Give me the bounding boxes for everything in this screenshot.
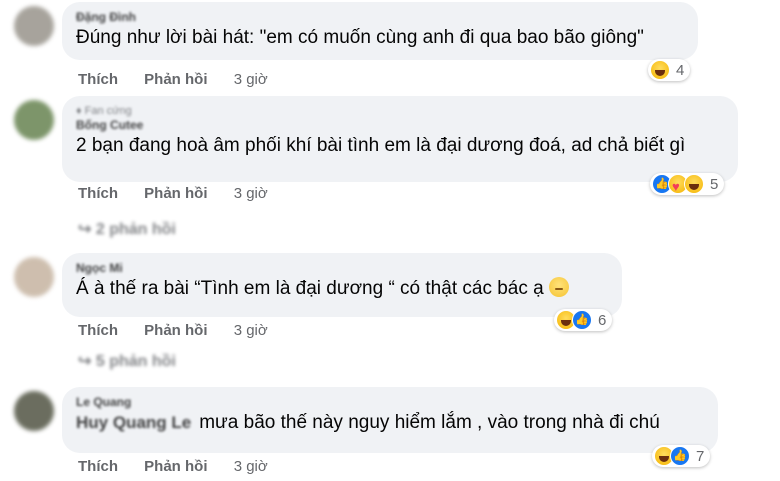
comment-bubble: ♦ Fan cứng Bống Cutee 2 bạn đang hoà âm … [62,96,738,182]
avatar[interactable] [14,100,54,140]
worried-face-icon [548,277,569,297]
timestamp[interactable]: 3 giờ [234,458,268,475]
comment-actions: Thích Phản hồi 3 giờ [78,185,290,202]
timestamp[interactable]: 3 giờ [234,322,268,339]
reply-button[interactable]: Phản hồi [144,71,207,88]
comment-text: Đúng như lời bài hát: "em có muốn cùng a… [76,27,644,48]
comment-actions: Thích Phản hồi 3 giờ [78,71,290,88]
haha-icon [650,60,670,80]
comment-author[interactable]: Ngọc Mi [76,261,608,276]
comment-text: 2 bạn đang hoà âm phối khí bài tình em l… [76,135,686,156]
replies-label: 5 phản hồi [95,353,176,370]
reaction-summary[interactable]: 4 [648,59,691,81]
reaction-count: 6 [598,311,607,329]
like-button[interactable]: Thích [78,71,118,88]
replies-label: 2 phản hồi [95,221,176,238]
view-replies-link[interactable]: ↪ 2 phản hồi [78,219,176,239]
like-button[interactable]: Thích [78,458,118,475]
fan-badge-label: Fan cứng [84,105,132,117]
like-icon: 👍 [670,446,690,466]
comment-text: Huy Quang Le mưa bão thế này nguy hiểm lắ… [76,410,704,436]
comment-text-content: Á à thế ra bài “Tình em là đại dương “ c… [76,278,544,299]
reply-button[interactable]: Phản hồi [144,322,207,339]
reaction-summary[interactable]: 👍 5 [650,173,725,195]
reaction-summary[interactable]: 👍 7 [652,445,711,467]
haha-icon [684,174,704,194]
reaction-count: 7 [696,447,705,465]
reply-button[interactable]: Phản hồi [144,185,207,202]
avatar[interactable] [14,6,54,46]
comment-bubble: Ngọc Mi Á à thế ra bài “Tình em là đại d… [62,253,622,317]
comment-author[interactable]: Le Quang [76,395,704,410]
reaction-count: 5 [710,175,719,193]
avatar[interactable] [14,257,54,297]
comment-bubble: Đặng Đình Đúng như lời bài hát: "em có m… [62,2,698,60]
view-replies-link[interactable]: ↪ 5 phản hồi [78,351,176,371]
comment-author[interactable]: Bống Cutee [76,118,724,133]
like-icon: 👍 [572,310,592,330]
like-button[interactable]: Thích [78,185,118,202]
comment-actions: Thích Phản hồi 3 giờ [78,322,290,339]
timestamp[interactable]: 3 giờ [234,185,268,202]
avatar[interactable] [14,391,54,431]
timestamp[interactable]: 3 giờ [234,71,268,88]
comment-actions: Thích Phản hồi 3 giờ [78,458,290,475]
comment-text: Á à thế ra bài “Tình em là đại dương “ c… [76,276,608,302]
like-button[interactable]: Thích [78,322,118,339]
comment-text-content: mưa bão thế này nguy hiểm lắm , vào tron… [199,412,660,433]
tagged-user[interactable]: Huy Quang Le [76,413,191,432]
comment-bubble: Le Quang Huy Quang Le mưa bão thế này ngu… [62,387,718,453]
reaction-summary[interactable]: 👍 6 [554,309,613,331]
fan-badge: ♦ Fan cứng [76,105,132,117]
reply-button[interactable]: Phản hồi [144,458,207,475]
reaction-count: 4 [676,61,685,79]
comment-author[interactable]: Đặng Đình [76,10,684,25]
